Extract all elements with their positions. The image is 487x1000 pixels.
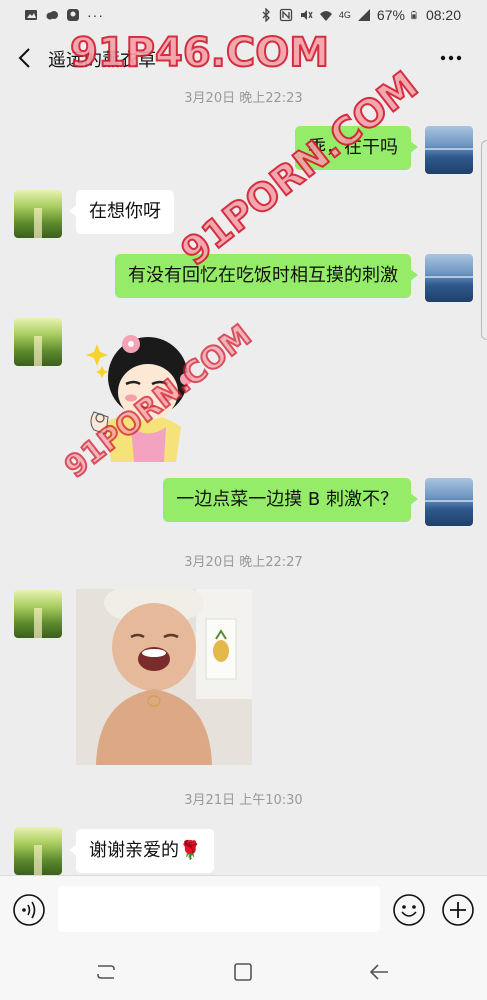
weather-notification-icon [46,11,58,20]
plus-icon[interactable] [441,893,475,927]
avatar-contact[interactable] [14,318,62,366]
avatar-contact[interactable] [14,190,62,238]
battery-icon [411,10,417,20]
avatar-contact[interactable] [14,827,62,875]
timestamp: 3月21日 上午10:30 [184,793,303,808]
chevron-left-icon[interactable] [12,44,40,72]
message-bubble-received[interactable]: 谢谢亲爱的🌹 [68,829,215,873]
message-input[interactable] [58,886,380,932]
emoji-icon[interactable] [392,893,426,927]
recent-apps-icon[interactable] [95,962,117,982]
voice-input-icon[interactable] [12,893,46,927]
avatar-contact[interactable] [14,590,62,638]
message-bubble-received[interactable]: 在想你呀 [69,190,174,234]
chat-header: 遥远的薰衣草 [0,32,487,84]
system-navigation-bar [0,942,487,1000]
avatar-self[interactable] [425,254,473,302]
nfc-icon [279,8,293,22]
network-type: 4G [338,10,351,20]
location-notification-icon [67,9,79,21]
message-bubble-sent[interactable]: 一边点菜一边摸 B 刺激不？ [163,478,418,522]
timestamp: 3月20日 晚上22:23 [184,91,303,106]
wifi-icon [319,11,332,21]
baby-photo-image [76,589,252,765]
bluetooth-icon [262,8,270,22]
back-arrow-icon[interactable] [368,962,390,982]
chat-title: 遥远的薰衣草 [48,50,156,71]
signal-icon [357,9,370,21]
home-icon[interactable] [232,961,254,983]
edge-panel-handle[interactable] [481,140,487,340]
status-bar-left-icons: ··· [24,7,104,23]
status-bar: ··· 4G 67% 08:20 [0,0,487,32]
timestamp: 3月20日 晚上22:27 [184,555,303,570]
battery-percent: 67% [376,7,405,23]
message-bubble-sent[interactable]: 乖，在干吗 [295,126,418,170]
avatar-self[interactable] [425,478,473,526]
more-dots-icon[interactable] [437,44,465,72]
chat-input-bar [0,875,487,942]
photo-message[interactable] [76,589,252,765]
sticker-image[interactable] [86,322,206,462]
more-notifications-icon: ··· [87,7,104,23]
gallery-notification-icon [25,10,37,20]
message-bubble-sent[interactable]: 有没有回忆在吃饭时相互摸的刺激 [115,254,418,298]
mute-icon [300,10,313,20]
clock: 08:20 [425,7,461,23]
status-bar-right-icons: 4G 67% 08:20 [259,7,461,23]
avatar-self[interactable] [425,126,473,174]
